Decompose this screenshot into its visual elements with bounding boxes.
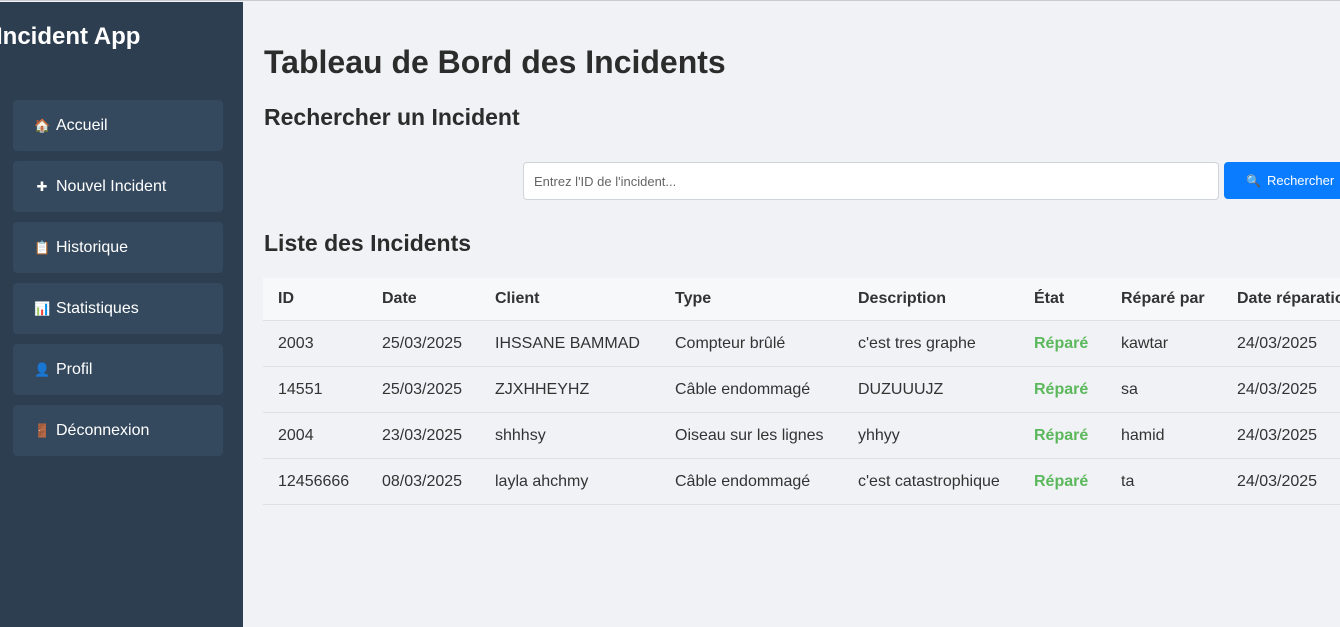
bar-chart-icon: 📊 bbox=[34, 300, 51, 316]
cell-id: 2004 bbox=[263, 412, 367, 459]
sidebar-item-deconnexion[interactable]: 🚪 Déconnexion bbox=[13, 405, 223, 456]
cell-type: Oiseau sur les lignes bbox=[660, 412, 843, 459]
cell-date: 23/03/2025 bbox=[367, 412, 480, 459]
table-row: 14551 25/03/2025 ZJXHHEYHZ Câble endomma… bbox=[263, 366, 1340, 413]
app-window: Incident App 🏠 Accueil ✚ Nouvel Incident… bbox=[0, 0, 1340, 627]
column-header-etat: État bbox=[1019, 278, 1106, 321]
cell-repare-par: hamid bbox=[1106, 412, 1222, 459]
cell-description: c'est tres graphe bbox=[843, 320, 1019, 367]
status-badge: Réparé bbox=[1019, 320, 1106, 367]
app-brand: Incident App bbox=[0, 23, 141, 50]
column-header-description: Description bbox=[843, 278, 1019, 321]
sidebar-item-label: Historique bbox=[56, 238, 129, 256]
sidebar-item-label: Profil bbox=[56, 360, 93, 378]
cell-date-reparation: 24/03/2025 bbox=[1222, 320, 1340, 367]
cell-repare-par: ta bbox=[1106, 458, 1222, 505]
search-input[interactable] bbox=[523, 162, 1219, 200]
cell-client: ZJXHHEYHZ bbox=[480, 366, 660, 413]
table-row: 12456666 08/03/2025 layla ahchmy Câble e… bbox=[263, 458, 1340, 505]
plus-icon: ✚ bbox=[36, 178, 48, 194]
cell-type: Câble endommagé bbox=[660, 458, 843, 505]
home-icon: 🏠 bbox=[34, 117, 51, 133]
cell-date: 25/03/2025 bbox=[367, 366, 480, 413]
search-button[interactable]: 🔍 Rechercher bbox=[1224, 162, 1340, 199]
column-header-date-reparation: Date réparation bbox=[1222, 278, 1340, 321]
column-header-type: Type bbox=[660, 278, 843, 321]
cell-description: DUZUUUJZ bbox=[843, 366, 1019, 413]
table-row: 2004 23/03/2025 shhhsy Oiseau sur les li… bbox=[263, 412, 1340, 459]
column-header-date: Date bbox=[367, 278, 480, 321]
cell-id: 12456666 bbox=[263, 458, 367, 505]
sidebar: Incident App 🏠 Accueil ✚ Nouvel Incident… bbox=[0, 2, 243, 627]
user-icon: 👤 bbox=[34, 361, 51, 377]
table-row: 2003 25/03/2025 IHSSANE BAMMAD Compteur … bbox=[263, 320, 1340, 367]
table-header-row: ID Date Client Type Description État Rép… bbox=[263, 278, 1340, 321]
sidebar-item-accueil[interactable]: 🏠 Accueil bbox=[13, 100, 223, 151]
cell-type: Compteur brûlé bbox=[660, 320, 843, 367]
cell-client: shhhsy bbox=[480, 412, 660, 459]
cell-date-reparation: 24/03/2025 bbox=[1222, 412, 1340, 459]
cell-id: 14551 bbox=[263, 366, 367, 413]
search-heading: Rechercher un Incident bbox=[264, 104, 520, 130]
column-header-client: Client bbox=[480, 278, 660, 321]
cell-description: c'est catastrophique bbox=[843, 458, 1019, 505]
search-button-label: Rechercher bbox=[1266, 173, 1335, 188]
cell-client: IHSSANE BAMMAD bbox=[480, 320, 660, 367]
door-icon: 🚪 bbox=[34, 422, 51, 438]
cell-date-reparation: 24/03/2025 bbox=[1222, 458, 1340, 505]
cell-id: 2003 bbox=[263, 320, 367, 367]
column-header-id: ID bbox=[263, 278, 367, 321]
main-content: Tableau de Bord des Incidents Rechercher… bbox=[243, 2, 1340, 627]
incidents-table: ID Date Client Type Description État Rép… bbox=[263, 278, 1340, 505]
cell-repare-par: kawtar bbox=[1106, 320, 1222, 367]
sidebar-item-label: Accueil bbox=[56, 116, 108, 134]
status-badge: Réparé bbox=[1019, 458, 1106, 505]
page-title: Tableau de Bord des Incidents bbox=[264, 44, 726, 80]
sidebar-item-label: Déconnexion bbox=[56, 421, 150, 439]
cell-date: 08/03/2025 bbox=[367, 458, 480, 505]
sidebar-item-label: Statistiques bbox=[56, 299, 139, 317]
search-icon: 🔍 bbox=[1246, 173, 1261, 188]
status-badge: Réparé bbox=[1019, 412, 1106, 459]
sidebar-item-label: Nouvel Incident bbox=[56, 177, 167, 195]
cell-description: yhhyy bbox=[843, 412, 1019, 459]
list-heading: Liste des Incidents bbox=[264, 230, 472, 256]
clipboard-icon: 📋 bbox=[34, 239, 51, 255]
sidebar-item-profil[interactable]: 👤 Profil bbox=[13, 344, 223, 395]
sidebar-item-nouvel-incident[interactable]: ✚ Nouvel Incident bbox=[13, 161, 223, 212]
sidebar-item-statistiques[interactable]: 📊 Statistiques bbox=[13, 283, 223, 334]
cell-date-reparation: 24/03/2025 bbox=[1222, 366, 1340, 413]
cell-client: layla ahchmy bbox=[480, 458, 660, 505]
cell-date: 25/03/2025 bbox=[367, 320, 480, 367]
status-badge: Réparé bbox=[1019, 366, 1106, 413]
cell-repare-par: sa bbox=[1106, 366, 1222, 413]
cell-type: Câble endommagé bbox=[660, 366, 843, 413]
sidebar-item-historique[interactable]: 📋 Historique bbox=[13, 222, 223, 273]
column-header-repare-par: Réparé par bbox=[1106, 278, 1222, 321]
